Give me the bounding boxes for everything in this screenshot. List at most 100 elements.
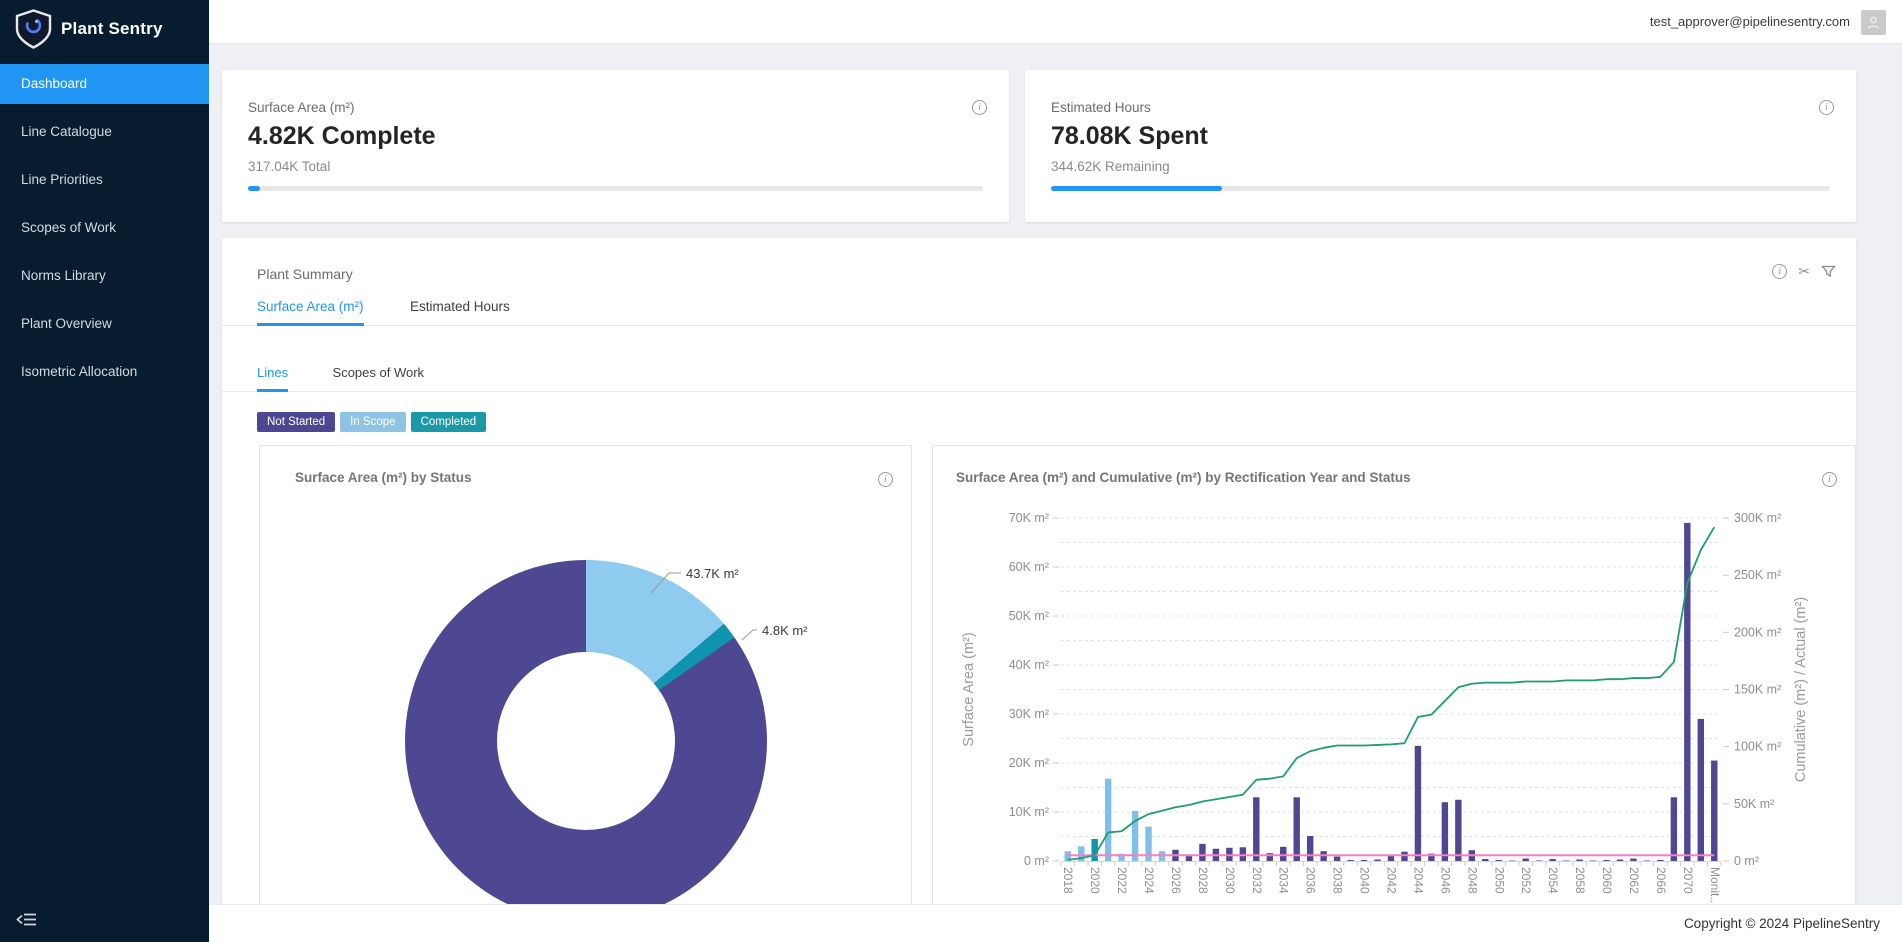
svg-text:10K m²: 10K m² [1009,805,1049,819]
brand: Plant Sentry [0,0,209,58]
svg-text:2070: 2070 [1681,867,1695,894]
svg-text:2034: 2034 [1277,867,1291,894]
svg-text:2028: 2028 [1196,867,1210,894]
info-icon[interactable]: i [972,100,987,115]
legend-chip-in-scope[interactable]: In Scope [340,412,405,432]
shield-logo-icon [15,9,52,49]
svg-text:60K m²: 60K m² [1009,560,1049,574]
svg-text:2036: 2036 [1304,867,1318,894]
collapse-sidebar-icon[interactable] [16,910,38,930]
sidebar-item-line-priorities[interactable]: Line Priorities [0,160,209,200]
sidebar-item-norms-library[interactable]: Norms Library [0,256,209,296]
kpi-title: Surface Area (m²) [248,100,355,115]
user-avatar[interactable] [1861,10,1886,35]
progress-fill [1051,186,1222,191]
sidebar: Plant Sentry Dashboard Line Catalogue Line… [0,0,209,942]
combo-chart-panel: Surface Area (m²) and Cumulative (m²) by… [932,445,1856,942]
svg-text:2044: 2044 [1411,867,1425,894]
svg-text:150K m²: 150K m² [1734,683,1781,697]
chart-title: Surface Area (m²) by Status [295,470,472,485]
kpi-title: Estimated Hours [1051,100,1151,115]
svg-text:250K m²: 250K m² [1734,568,1781,582]
progress-bar [1051,186,1830,191]
sidebar-nav: Dashboard Line Catalogue Line Priorities Sc… [0,64,209,400]
sidebar-item-scopes-of-work[interactable]: Scopes of Work [0,208,209,248]
kpi-value: 4.82K Complete [248,122,436,151]
progress-fill [248,186,260,191]
svg-text:50K m²: 50K m² [1009,609,1049,623]
sidebar-item-plant-overview[interactable]: Plant Overview [0,304,209,344]
subtab-scopes-of-work[interactable]: Scopes of Work [333,356,425,392]
tab-surface-area[interactable]: Surface Area (m²) [257,290,364,326]
svg-text:Monit...: Monit... [1708,867,1722,906]
svg-text:2030: 2030 [1223,867,1237,894]
svg-text:100K m²: 100K m² [1734,740,1781,754]
svg-text:2046: 2046 [1438,867,1452,894]
scissors-icon[interactable]: ✂ [1798,264,1810,279]
svg-text:40K m²: 40K m² [1009,658,1049,672]
donut-chart-panel: Surface Area (m²) by Status i 43.7K m² 4… [259,445,912,942]
app-title: Plant Sentry [61,19,163,39]
info-icon[interactable]: i [878,472,893,487]
svg-text:2040: 2040 [1358,867,1372,894]
person-icon [1866,15,1881,30]
svg-text:2026: 2026 [1169,867,1183,894]
svg-text:2050: 2050 [1492,867,1506,894]
svg-text:20K m²: 20K m² [1009,756,1049,770]
svg-text:50K m²: 50K m² [1734,797,1774,811]
svg-text:200K m²: 200K m² [1734,625,1781,639]
progress-bar [248,186,983,191]
sidebar-item-line-catalogue[interactable]: Line Catalogue [0,112,209,152]
footer: Copyright © 2024 PipelineSentry [209,904,1902,942]
svg-text:2058: 2058 [1573,867,1587,894]
svg-text:2038: 2038 [1331,867,1345,894]
svg-text:2018: 2018 [1061,867,1075,894]
app-screen: test_approver@pipelinesentry.com Plant S… [0,0,1902,942]
svg-text:300K m²: 300K m² [1734,511,1781,525]
svg-text:4.8K m²: 4.8K m² [762,623,808,638]
svg-text:2022: 2022 [1115,867,1129,894]
section-title: Plant Summary [257,266,353,282]
svg-text:30K m²: 30K m² [1009,707,1049,721]
combo-chart[interactable]: 0 m² 10K m² 20K m² 30K m² 40K m² 50K m² 60K m²… [933,446,1855,941]
svg-text:2060: 2060 [1600,867,1614,894]
copyright-text: Copyright © 2024 PipelineSentry [1684,905,1880,942]
kpi-subtitle: 344.62K Remaining [1051,159,1170,174]
svg-text:2048: 2048 [1465,867,1479,894]
svg-text:2020: 2020 [1088,867,1102,894]
svg-text:2066: 2066 [1654,867,1668,894]
plant-summary-card: Plant Summary i ✂ Surface Area (m²) Esti… [222,238,1856,942]
svg-text:2032: 2032 [1250,867,1264,894]
svg-text:2042: 2042 [1385,867,1399,894]
sidebar-item-dashboard[interactable]: Dashboard [0,64,209,104]
entity-tabbar: Lines Scopes of Work [222,356,1856,392]
svg-text:2052: 2052 [1519,867,1533,894]
legend-chip-not-started[interactable]: Not Started [257,412,335,432]
donut-chart[interactable] [405,560,767,922]
info-icon[interactable]: i [1772,264,1787,279]
kpi-value: 78.08K Spent [1051,122,1208,151]
svg-text:2024: 2024 [1142,867,1156,894]
filter-icon[interactable] [1821,264,1836,279]
svg-text:0 m²: 0 m² [1024,854,1049,868]
svg-text:2054: 2054 [1546,867,1560,894]
info-icon[interactable]: i [1819,100,1834,115]
svg-text:Surface Area (m²): Surface Area (m²) [961,632,977,746]
user-email: test_approver@pipelinesentry.com [1650,0,1850,44]
svg-text:Cumulative (m²) / Actual (m²): Cumulative (m²) / Actual (m²) [1793,597,1809,782]
subtab-lines[interactable]: Lines [257,356,288,392]
kpi-card-estimated-hours: Estimated Hours i 78.08K Spent 344.62K R… [1025,70,1856,222]
kpi-card-surface-area: Surface Area (m²) i 4.82K Complete 317.0… [222,70,1009,222]
svg-text:43.7K m²: 43.7K m² [686,566,739,581]
sidebar-item-isometric-allocation[interactable]: Isometric Allocation [0,352,209,392]
status-legend: Not StartedIn Scope Completed [257,412,486,432]
legend-chip-completed[interactable]: Completed [411,412,487,432]
svg-text:2062: 2062 [1627,867,1641,894]
summary-toolbar: i ✂ [1772,264,1836,279]
svg-text:70K m²: 70K m² [1009,511,1049,525]
kpi-subtitle: 317.04K Total [248,159,330,174]
measure-tabbar: Surface Area (m²) Estimated Hours [222,290,1856,326]
tab-estimated-hours[interactable]: Estimated Hours [410,290,510,326]
svg-text:0 m²: 0 m² [1734,854,1759,868]
donut-hole [497,652,675,830]
